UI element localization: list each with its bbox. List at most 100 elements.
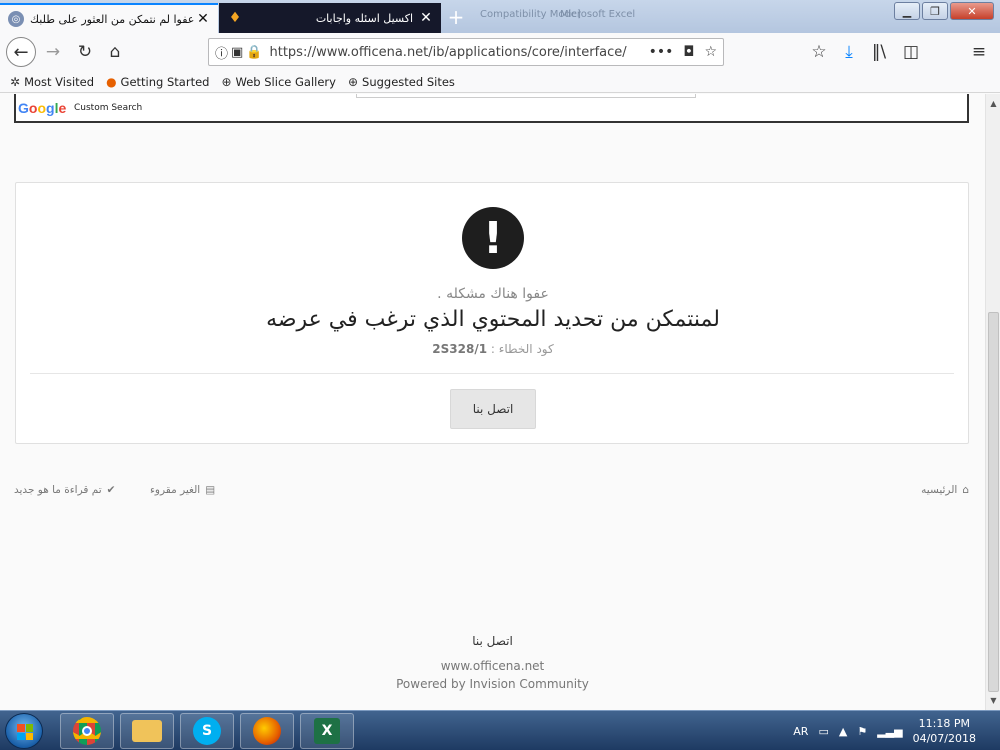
search-input[interactable] bbox=[356, 94, 696, 98]
exclamation-icon: ! bbox=[462, 207, 524, 269]
tab-title: عفوا لم نتمكن من العثور على طلبك bbox=[30, 12, 195, 26]
footer-domain: www.officena.net bbox=[440, 659, 545, 673]
footer-contact-link[interactable]: اتصل بنا bbox=[0, 634, 985, 648]
contact-us-button[interactable]: اتصل بنا bbox=[450, 389, 536, 429]
bookmark-web-slice-gallery[interactable]: ⊕ Web Slice Gallery bbox=[221, 75, 336, 89]
back-icon[interactable]: ← bbox=[6, 37, 36, 67]
chrome-icon bbox=[73, 717, 101, 745]
tab-title: اكسيل اسئله واجابات bbox=[315, 11, 413, 25]
window-controls: ▁ ❐ ✕ bbox=[894, 2, 994, 20]
start-button[interactable] bbox=[5, 713, 43, 749]
title-bar: ◎ عفوا لم نتمكن من العثور على طلبك ✕ ♦ ا… bbox=[0, 0, 1000, 33]
reading-list-icon[interactable]: ☆ bbox=[806, 40, 832, 64]
url-bar[interactable]: ⓘ ▣ 🔒 https://www.officena.net/ib/applic… bbox=[208, 38, 724, 66]
tab-close-icon[interactable]: ✕ bbox=[419, 10, 433, 26]
file-explorer-icon bbox=[132, 720, 162, 742]
error-title: لمنتمكن من تحديد المحتوي الذي ترغب في عر… bbox=[266, 307, 720, 332]
taskbar-file-explorer[interactable] bbox=[120, 713, 174, 749]
footer-links: ⌂ الرئيسيه ▤ الغير مقروء ✔ تم قراءة ما ه… bbox=[0, 484, 985, 502]
unread-link-label: الغير مقروء bbox=[150, 484, 201, 496]
home-icon[interactable]: ⌂ bbox=[102, 40, 128, 64]
home-link[interactable]: ⌂ الرئيسيه bbox=[921, 484, 969, 496]
clock-time: 11:18 PM bbox=[918, 717, 970, 730]
globe-icon: ⊕ bbox=[221, 74, 232, 89]
officena-favicon-icon: ◎ bbox=[8, 11, 24, 27]
reload-icon[interactable]: ↻ bbox=[72, 40, 98, 64]
action-center-flag-icon[interactable]: ⚑ bbox=[857, 725, 867, 738]
bookmark-star-icon[interactable]: ☆ bbox=[704, 44, 717, 60]
download-icon[interactable]: ⤓ bbox=[836, 40, 862, 64]
taskbar-chrome[interactable] bbox=[60, 713, 114, 749]
unread-link[interactable]: ▤ الغير مقروء bbox=[150, 484, 215, 496]
firefox-icon bbox=[253, 717, 281, 745]
bookmarks-toolbar: ✲ Most Visited ● Getting Started ⊕ Web S… bbox=[0, 71, 1000, 93]
firefox-icon: ● bbox=[106, 74, 117, 89]
vertical-scrollbar[interactable]: ▲ ▼ bbox=[985, 94, 1000, 710]
google-custom-search: Google Custom Search bbox=[14, 94, 969, 123]
taskbar-skype[interactable]: S bbox=[180, 713, 234, 749]
language-indicator[interactable]: AR bbox=[793, 725, 808, 738]
library-icon[interactable]: ‖\ bbox=[866, 40, 892, 64]
bookmark-label: Most Visited bbox=[24, 74, 95, 89]
system-tray: AR ▭ ▲ ⚑ ▂▃▅ 11:18 PM 04/07/2018 bbox=[793, 711, 1000, 750]
site-footer: اتصل بنا www.officena.net Powered by Inv… bbox=[0, 634, 985, 693]
excel-qa-favicon-icon: ♦ bbox=[228, 10, 242, 26]
bookmark-label: Getting Started bbox=[120, 74, 210, 89]
permissions-icon[interactable]: ▣ bbox=[231, 45, 243, 60]
page-content: Google Custom Search ! عفوا هناك مشكله .… bbox=[0, 94, 985, 710]
show-hidden-icons-icon[interactable]: ▲ bbox=[839, 725, 847, 738]
lock-warning-icon[interactable]: 🔒 bbox=[246, 45, 262, 60]
error-code-label: كود الخطاء : bbox=[490, 342, 554, 356]
page-actions-icon[interactable]: ••• bbox=[649, 44, 674, 60]
home-link-label: الرئيسيه bbox=[921, 484, 958, 496]
home-icon: ⌂ bbox=[962, 484, 969, 496]
bookmark-label: Suggested Sites bbox=[362, 74, 455, 89]
network-signal-icon[interactable]: ▂▃▅ bbox=[877, 725, 902, 738]
skype-icon: S bbox=[193, 717, 221, 745]
error-code: كود الخطاء : 2S328/1 bbox=[16, 342, 970, 356]
keyboard-icon[interactable]: ▭ bbox=[818, 725, 828, 738]
gear-icon: ✲ bbox=[10, 74, 21, 89]
tab-officena-error[interactable]: ◎ عفوا لم نتمكن من العثور على طلبك ✕ bbox=[0, 3, 218, 33]
menu-icon[interactable]: ≡ bbox=[966, 40, 992, 64]
scroll-thumb[interactable] bbox=[988, 312, 999, 692]
check-icon: ✔ bbox=[106, 484, 116, 496]
powered-by[interactable]: Powered by Invision Community bbox=[0, 675, 985, 693]
tab-close-icon[interactable]: ✕ bbox=[196, 11, 210, 27]
pocket-icon[interactable]: ◘ bbox=[683, 44, 694, 60]
taskbar-firefox[interactable] bbox=[240, 713, 294, 749]
custom-search-label: Custom Search bbox=[74, 103, 143, 113]
close-window-icon[interactable]: ✕ bbox=[950, 2, 994, 20]
excel-icon: X bbox=[314, 718, 340, 744]
mark-read-label: تم قراءة ما هو جديد bbox=[14, 484, 102, 496]
newspaper-icon: ▤ bbox=[205, 484, 216, 496]
clock-date: 04/07/2018 bbox=[912, 732, 976, 745]
error-code-value: 2S328/1 bbox=[432, 342, 488, 356]
bookmark-suggested-sites[interactable]: ⊕ Suggested Sites bbox=[348, 75, 455, 89]
taskbar-excel[interactable]: X bbox=[300, 713, 354, 749]
url-text[interactable]: https://www.officena.net/ib/applications… bbox=[266, 45, 649, 60]
bookmark-most-visited[interactable]: ✲ Most Visited bbox=[10, 75, 94, 89]
error-subtitle: عفوا هناك مشكله . bbox=[437, 286, 549, 302]
tab-excel-qa[interactable]: ♦ اكسيل اسئله واجابات ✕ bbox=[219, 3, 441, 33]
forward-icon[interactable]: → bbox=[40, 40, 66, 64]
error-panel: ! عفوا هناك مشكله . لمنتمكن من تحديد الم… bbox=[15, 182, 969, 444]
bookmark-label: Web Slice Gallery bbox=[235, 74, 336, 89]
maximize-icon[interactable]: ❐ bbox=[922, 2, 948, 20]
minimize-icon[interactable]: ▁ bbox=[894, 2, 920, 20]
new-tab-icon[interactable]: + bbox=[444, 5, 468, 29]
mark-read-link[interactable]: ✔ تم قراءة ما هو جديد bbox=[14, 484, 115, 496]
background-window-title: Microsoft Excel bbox=[560, 9, 636, 20]
divider bbox=[30, 373, 954, 374]
navigation-toolbar: ← → ↻ ⌂ ⓘ ▣ 🔒 https://www.officena.net/i… bbox=[0, 33, 1000, 71]
scroll-up-icon[interactable]: ▲ bbox=[986, 96, 1000, 111]
globe-icon: ⊕ bbox=[347, 74, 359, 89]
windows-taskbar: S X AR ▭ ▲ ⚑ ▂▃▅ 11:18 PM 04/07/2018 bbox=[0, 710, 1000, 750]
google-logo: Google bbox=[18, 100, 67, 116]
scroll-down-icon[interactable]: ▼ bbox=[986, 693, 1000, 708]
sidebar-icon[interactable]: ◫ bbox=[898, 40, 924, 64]
info-icon[interactable]: ⓘ bbox=[215, 43, 228, 62]
bookmark-getting-started[interactable]: ● Getting Started bbox=[106, 75, 209, 89]
windows-logo-icon bbox=[17, 724, 33, 740]
clock[interactable]: 11:18 PM 04/07/2018 bbox=[913, 716, 976, 746]
